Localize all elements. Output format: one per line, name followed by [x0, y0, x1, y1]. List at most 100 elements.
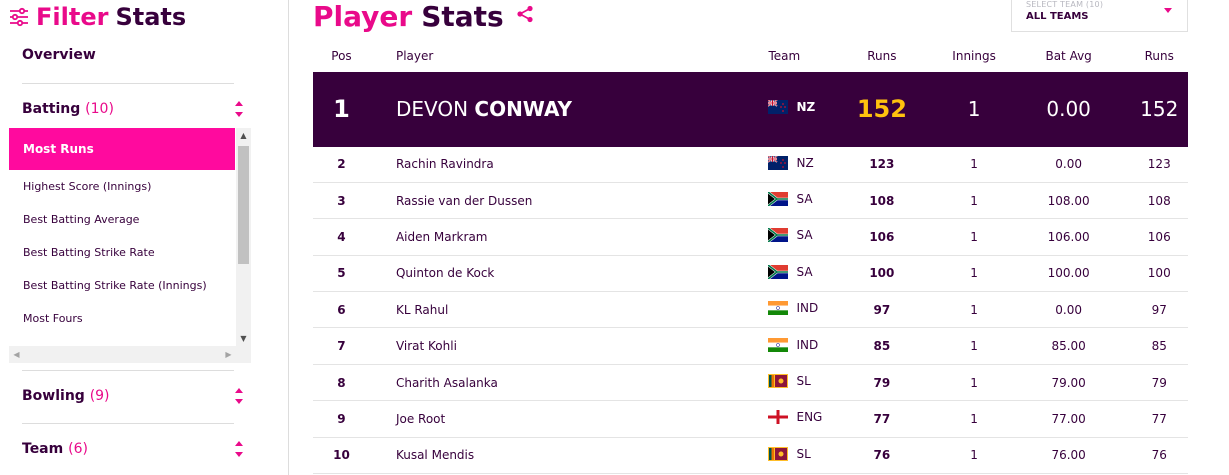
scroll-down-icon[interactable]: ▼	[236, 331, 251, 346]
cell-runs-2: 85	[1130, 327, 1188, 365]
table-row[interactable]: 10 Kusal Mendis SL 76 1 76.00 76	[313, 437, 1188, 475]
flag-icon	[768, 374, 789, 389]
table-row-leader[interactable]: 1 DEVON CONWAY NZ 152 1 0.00 152	[313, 72, 1188, 147]
cell-player[interactable]: Quinton de Kock	[369, 255, 687, 293]
team-code: IND	[796, 337, 819, 352]
scroll-left-icon[interactable]: ◀	[9, 346, 24, 363]
cell-runs-2: 106	[1130, 218, 1188, 256]
cell-pos: 8	[313, 364, 370, 402]
menu-item-best-strike-rate-innings[interactable]: Best Batting Strike Rate (Innings)	[9, 269, 235, 302]
player-stats-title: Player Stats	[313, 0, 534, 33]
flag-icon	[767, 227, 789, 244]
section-batting[interactable]: Batting (10)	[22, 100, 244, 118]
cell-bat-avg: 76.00	[1006, 437, 1131, 475]
table-row[interactable]: 3 Rassie van der Dussen SA 108 1 108.00 108	[313, 182, 1188, 220]
cell-player[interactable]: Charith Asalanka	[369, 364, 687, 402]
section-batting-label: Batting (10)	[22, 101, 114, 117]
col-header-team[interactable]: Team	[686, 40, 822, 72]
col-header-bat-avg[interactable]: Bat Avg	[1007, 40, 1131, 72]
flag-icon	[767, 263, 789, 280]
cell-player[interactable]: Joe Root	[369, 400, 687, 438]
menu-item-most-runs[interactable]: Most Runs	[9, 128, 235, 170]
cell-player[interactable]: Virat Kohli	[369, 327, 687, 365]
cell-team: SA	[686, 218, 823, 256]
divider	[22, 423, 234, 424]
menu-item-best-strike-rate[interactable]: Best Batting Strike Rate	[9, 236, 235, 269]
cell-bat-avg: 85.00	[1006, 327, 1131, 365]
chevron-down-icon	[1164, 8, 1172, 13]
table-row[interactable]: 7 Virat Kohli IND 85 1 85.00 85	[313, 327, 1188, 365]
table-row[interactable]: 2 Rachin Ravindra NZ 123 1 0.00 123	[313, 146, 1188, 183]
col-header-runs-2[interactable]: Runs	[1131, 40, 1188, 72]
team-code: SL	[796, 446, 811, 461]
team-select-placeholder: SELECT TEAM (10)	[1026, 0, 1104, 9]
team-code: SA	[796, 264, 813, 279]
col-header-innings[interactable]: Innings	[941, 40, 1006, 72]
cell-runs: 97	[822, 291, 942, 329]
team-code: IND	[796, 301, 819, 316]
cell-team: SA	[686, 255, 823, 293]
cell-player[interactable]: Rachin Ravindra	[369, 146, 687, 183]
share-icon[interactable]	[516, 5, 534, 23]
flag-icon	[768, 99, 789, 115]
cell-team: SL	[686, 437, 823, 475]
cell-runs: 152	[822, 72, 942, 147]
cell-runs-2: 123	[1130, 146, 1188, 183]
team-code: SA	[796, 192, 813, 207]
cell-runs: 76	[822, 437, 942, 475]
flag-icon	[767, 191, 789, 208]
col-header-runs[interactable]: Runs	[822, 40, 941, 72]
menu-item-best-batting-average[interactable]: Best Batting Average	[9, 203, 235, 236]
team-code: SA	[796, 228, 813, 243]
cell-runs-2: 76	[1130, 437, 1188, 475]
cell-bat-avg: 0.00	[1006, 146, 1131, 183]
filter-stats-title: Filter Stats	[8, 3, 186, 31]
cell-innings: 1	[941, 255, 1007, 293]
scroll-up-icon[interactable]: ▲	[236, 128, 251, 143]
sliders-icon	[10, 7, 28, 27]
cell-player[interactable]: DEVON CONWAY	[369, 72, 687, 147]
cell-pos: 9	[313, 400, 370, 438]
cell-runs-2: 97	[1130, 291, 1188, 329]
cell-pos: 5	[313, 255, 370, 293]
col-header-player[interactable]: Player	[370, 40, 687, 72]
cell-player[interactable]: Rassie van der Dussen	[369, 182, 687, 220]
flag-icon	[768, 155, 789, 170]
table-row[interactable]: 6 KL Rahul IND 97 1 0.00 97	[313, 291, 1188, 329]
col-header-pos[interactable]: Pos	[313, 40, 370, 72]
overview-link[interactable]: Overview	[22, 47, 96, 63]
cell-runs-2: 108	[1130, 182, 1188, 220]
table-row[interactable]: 4 Aiden Markram SA 106 1 106.00 106	[313, 218, 1188, 256]
cell-innings: 1	[941, 218, 1007, 256]
scroll-right-icon[interactable]: ▶	[221, 346, 236, 363]
table-row[interactable]: 9 Joe Root ENG 77 1 77.00 77	[313, 400, 1188, 438]
cell-pos: 10	[313, 437, 370, 475]
main-title-word1: Player	[313, 0, 413, 33]
cell-player[interactable]: Kusal Mendis	[369, 437, 687, 475]
section-team[interactable]: Team (6)	[22, 440, 244, 458]
cell-team: IND	[686, 291, 823, 329]
horizontal-scrollbar[interactable]: ◀ ▶	[9, 346, 251, 363]
table-row[interactable]: 8 Charith Asalanka SL 79 1 79.00 79	[313, 364, 1188, 402]
cell-innings: 1	[941, 364, 1007, 402]
cell-runs-2: 100	[1130, 255, 1188, 293]
team-code: NZ	[796, 100, 816, 115]
cell-team: SA	[686, 182, 823, 220]
cell-pos: 1	[313, 72, 370, 147]
menu-item-highest-score[interactable]: Highest Score (Innings)	[9, 170, 235, 203]
scroll-thumb[interactable]	[238, 146, 249, 264]
cell-runs-2: 77	[1130, 400, 1188, 438]
cell-player[interactable]: KL Rahul	[369, 291, 687, 329]
team-select-dropdown[interactable]: SELECT TEAM (10) ALL TEAMS	[1011, 0, 1188, 32]
cell-pos: 7	[313, 327, 370, 365]
cell-runs: 79	[822, 364, 942, 402]
section-bowling[interactable]: Bowling (9)	[22, 387, 244, 405]
cell-runs: 77	[822, 400, 942, 438]
cell-player[interactable]: Aiden Markram	[369, 218, 687, 256]
vertical-scrollbar[interactable]: ▲ ▼	[236, 128, 251, 346]
divider	[22, 370, 234, 371]
cell-pos: 2	[313, 146, 370, 183]
menu-item-most-fours[interactable]: Most Fours	[9, 302, 235, 335]
cell-pos: 4	[313, 218, 370, 256]
table-row[interactable]: 5 Quinton de Kock SA 100 1 100.00 100	[313, 255, 1188, 293]
